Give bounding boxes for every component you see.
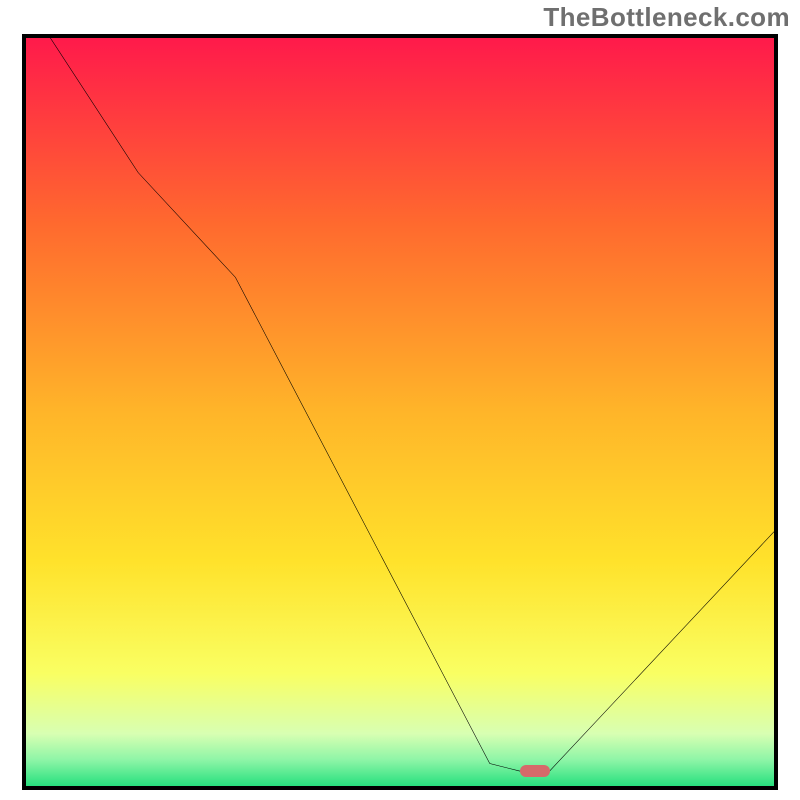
chart-frame: TheBottleneck.com (0, 0, 800, 800)
plot-border (22, 34, 778, 790)
bottleneck-curve (26, 38, 774, 786)
plot-area (26, 38, 774, 786)
watermark-text: TheBottleneck.com (543, 2, 790, 33)
optimal-marker (520, 765, 550, 777)
